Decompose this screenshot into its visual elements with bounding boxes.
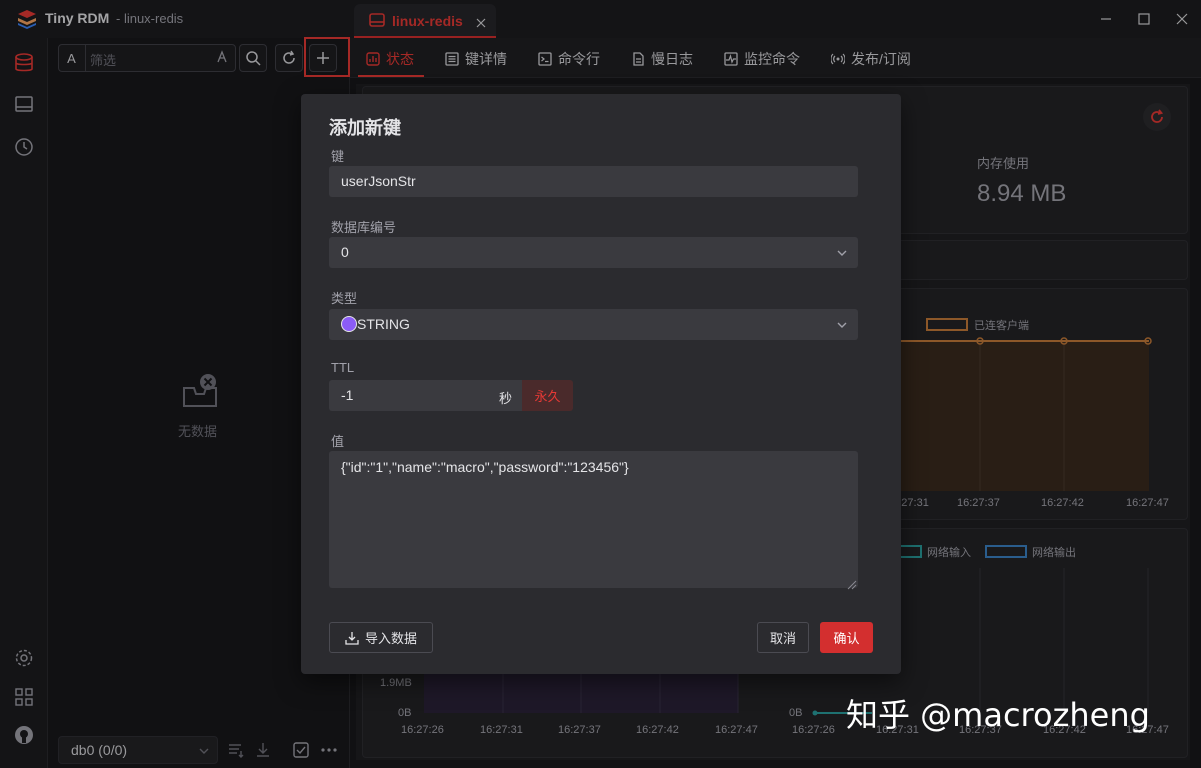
import-icon <box>345 631 359 645</box>
key-label: 键 <box>331 149 345 164</box>
key-name-input[interactable]: userJsonStr <box>329 166 858 197</box>
ttl-forever-button[interactable]: 永久 <box>522 380 573 411</box>
dialog-title: 添加新键 <box>329 118 401 138</box>
resize-handle-icon[interactable] <box>847 577 857 595</box>
string-type-dot-icon <box>341 316 357 332</box>
db-index-label: 数据库编号 <box>331 220 397 235</box>
type-select[interactable]: STRING <box>329 309 858 340</box>
type-value: STRING <box>357 316 410 332</box>
ttl-unit: 秒 <box>499 391 513 406</box>
import-label: 导入数据 <box>364 631 417 646</box>
import-data-button[interactable]: 导入数据 <box>329 622 433 653</box>
ttl-input[interactable]: -1 <box>329 380 522 411</box>
type-label: 类型 <box>331 291 358 306</box>
value-label: 值 <box>331 434 345 449</box>
value-textarea[interactable]: {"id":"1","name":"macro","password":"123… <box>329 451 858 588</box>
ttl-label: TTL <box>331 360 355 375</box>
cancel-button[interactable]: 取消 <box>757 622 809 653</box>
chevron-down-icon <box>837 250 847 256</box>
watermark-text: 知乎 @macrozheng <box>846 696 1150 734</box>
chevron-down-icon <box>837 322 847 328</box>
confirm-button[interactable]: 确认 <box>820 622 873 653</box>
db-index-select[interactable]: 0 <box>329 237 858 268</box>
db-index-value: 0 <box>341 244 349 260</box>
